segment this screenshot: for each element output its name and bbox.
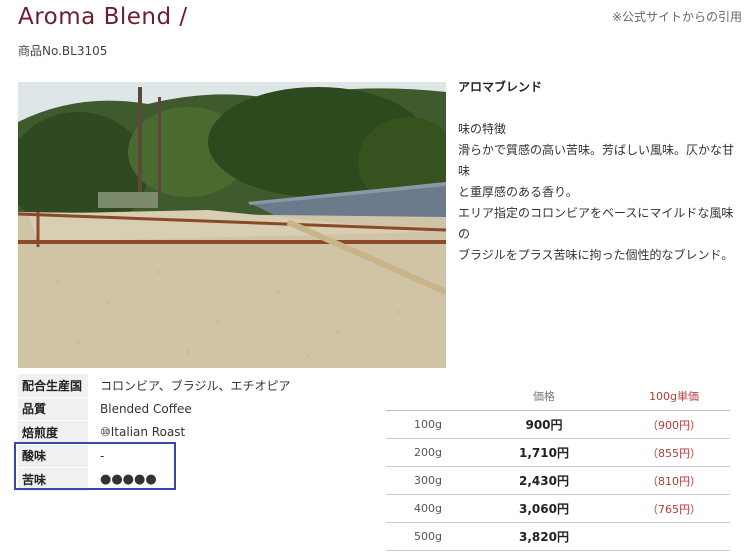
unit-price-header: 100g単価 (618, 382, 730, 411)
spec-value: コロンビア、ブラジル、エチオピア (100, 379, 291, 393)
weight-cell: 500g (386, 522, 470, 551)
price-row: 500g 3,820円 (386, 522, 730, 551)
spec-value: Blended Coffee (100, 401, 192, 416)
price-header-row: 価格 100g単価 (386, 382, 730, 411)
weight-cell: 100g (386, 410, 470, 439)
unit-price-cell: （855円） (618, 438, 730, 467)
taste-heading: 味の特徴 (458, 122, 507, 136)
price-cell: 3,060円 (470, 494, 618, 523)
weight-cell: 300g (386, 466, 470, 495)
product-description: アロマブレンド 味の特徴 滑らかで質感の高い苦味。芳ばしい風味。仄かな甘味 と重… (458, 78, 743, 266)
spec-row: 品質 Blended Coffee (18, 397, 388, 421)
price-cell: 2,430円 (470, 466, 618, 495)
price-row: 400g 3,060円 （765円） (386, 494, 730, 523)
spec-row: 焙煎度 ⑩Italian Roast (18, 420, 388, 445)
description-line: エリア指定のコロンビアをベースにマイルドな風味の (458, 206, 734, 241)
weight-cell: 400g (386, 494, 470, 523)
unit-price-cell (618, 522, 730, 551)
price-header: 価格 (470, 382, 618, 411)
spec-row: 配合生産国 コロンビア、ブラジル、エチオピア (18, 374, 388, 398)
description-line: と重厚感のある香り。 (458, 185, 578, 199)
source-note: ※公式サイトからの引用 (611, 10, 742, 24)
price-cell: 900円 (470, 410, 618, 439)
spec-label: 配合生産国 (18, 374, 88, 398)
price-cell: 1,710円 (470, 438, 618, 467)
spec-label: 焙煎度 (18, 420, 88, 445)
price-cell: 3,820円 (470, 522, 618, 551)
page-title: Aroma Blend / (18, 4, 188, 30)
highlight-box (14, 442, 176, 490)
coffee-drying-photo (18, 82, 446, 368)
unit-price-cell: （765円） (618, 494, 730, 523)
weight-cell: 200g (386, 438, 470, 467)
price-row: 100g 900円 （900円） (386, 410, 730, 439)
spec-value: ⑩Italian Roast (100, 425, 186, 440)
unit-price-cell: （900円） (618, 410, 730, 439)
price-row: 300g 2,430円 （810円） (386, 466, 730, 495)
description-line: ブラジルをプラス苦味に拘った個性的なブレンド。 (458, 248, 734, 262)
weight-header (386, 382, 470, 411)
price-row: 200g 1,710円 （855円） (386, 438, 730, 467)
description-line: 滑らかで質感の高い苦味。芳ばしい風味。仄かな甘味 (458, 143, 735, 178)
description-title: アロマブレンド (458, 80, 543, 94)
spec-label: 品質 (18, 397, 88, 421)
product-number: 商品No.BL3105 (18, 44, 108, 58)
unit-price-cell: （810円） (618, 466, 730, 495)
price-table: 価格 100g単価 100g 900円 （900円） 200g 1,710円 （… (386, 382, 730, 551)
